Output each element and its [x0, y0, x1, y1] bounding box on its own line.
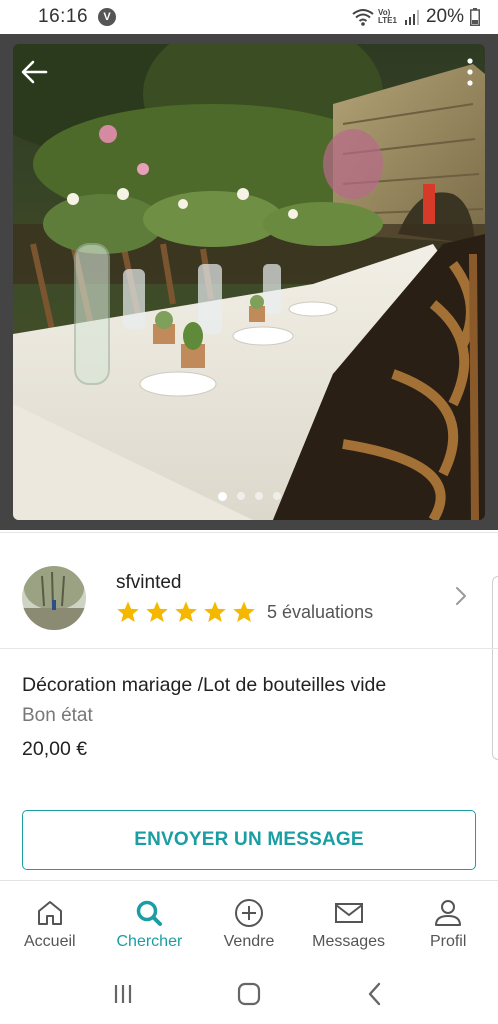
item-title: Décoration mariage /Lot de bouteilles vi… [22, 674, 387, 696]
status-bar: 16:16 V Vo) LTE1 20% [0, 0, 498, 34]
nav-sell[interactable]: Vendre [199, 881, 299, 964]
battery-icon [470, 8, 480, 26]
carousel-indicator [0, 492, 498, 501]
send-message-button[interactable]: ENVOYER UN MESSAGE [22, 810, 476, 870]
listing-photo[interactable] [13, 44, 485, 520]
wedding-table-photo [13, 44, 485, 520]
nav-label: Messages [312, 933, 386, 950]
mail-icon [334, 903, 363, 923]
item-condition: Bon état [22, 705, 93, 726]
star-icon [204, 601, 226, 622]
system-navigation-bar [0, 964, 498, 1024]
nav-messages[interactable]: Messages [299, 881, 399, 964]
carousel-dot-2[interactable] [236, 492, 245, 500]
carrier-badge: V [98, 8, 117, 26]
chevron-right-icon[interactable] [454, 584, 468, 608]
plus-circle-icon [234, 899, 263, 927]
signal-icon [404, 10, 419, 25]
seller-username[interactable]: sfvinted [116, 572, 373, 594]
home-icon [37, 901, 62, 925]
more-options-icon[interactable] [464, 56, 476, 88]
seller-info: sfvinted 5 évaluations [116, 572, 373, 624]
wifi-icon [352, 9, 374, 26]
home-button-icon[interactable] [234, 979, 264, 1009]
nav-label: Profil [429, 933, 467, 950]
item-price: 20,00 € [22, 738, 88, 760]
carousel-dot-1[interactable] [217, 492, 227, 501]
seller-rating: 5 évaluations [116, 600, 373, 624]
divider [0, 648, 498, 649]
star-icon [146, 601, 168, 622]
battery-percent: 20% [425, 6, 464, 27]
star-icon [233, 601, 255, 622]
search-icon [137, 900, 163, 926]
back-arrow-icon[interactable] [18, 56, 50, 88]
back-button-icon[interactable] [360, 979, 390, 1009]
divider [0, 532, 498, 533]
listing-photo-carousel[interactable] [0, 34, 498, 530]
status-icons: Vo) LTE1 [352, 8, 420, 26]
avatar-image [22, 566, 86, 630]
carousel-dot-4[interactable] [272, 492, 281, 500]
status-time: 16:16 [38, 6, 89, 27]
seller-avatar[interactable] [22, 566, 86, 630]
bottom-navigation: Accueil Chercher Vendre Messages Profil [0, 880, 498, 964]
status-right: Vo) LTE1 20% [352, 6, 480, 28]
item-details: Décoration mariage /Lot de bouteilles vi… [22, 674, 482, 761]
user-icon [435, 900, 462, 926]
nav-search[interactable]: Chercher [100, 881, 200, 964]
recent-apps-icon[interactable] [108, 979, 138, 1009]
star-icon [117, 601, 139, 622]
carousel-dot-3[interactable] [254, 492, 263, 500]
nav-profile[interactable]: Profil [398, 881, 498, 964]
star-icon [175, 601, 197, 622]
nav-label: Vendre [223, 933, 275, 950]
edge-panel-handle[interactable] [492, 576, 498, 760]
network-label: Vo) LTE1 [377, 8, 397, 25]
nav-label: Accueil [24, 933, 76, 950]
seller-row[interactable]: sfvinted 5 évaluations [0, 548, 498, 648]
review-count: 5 évaluations [267, 601, 374, 622]
nav-label: Chercher [116, 933, 183, 950]
nav-home[interactable]: Accueil [0, 881, 100, 964]
